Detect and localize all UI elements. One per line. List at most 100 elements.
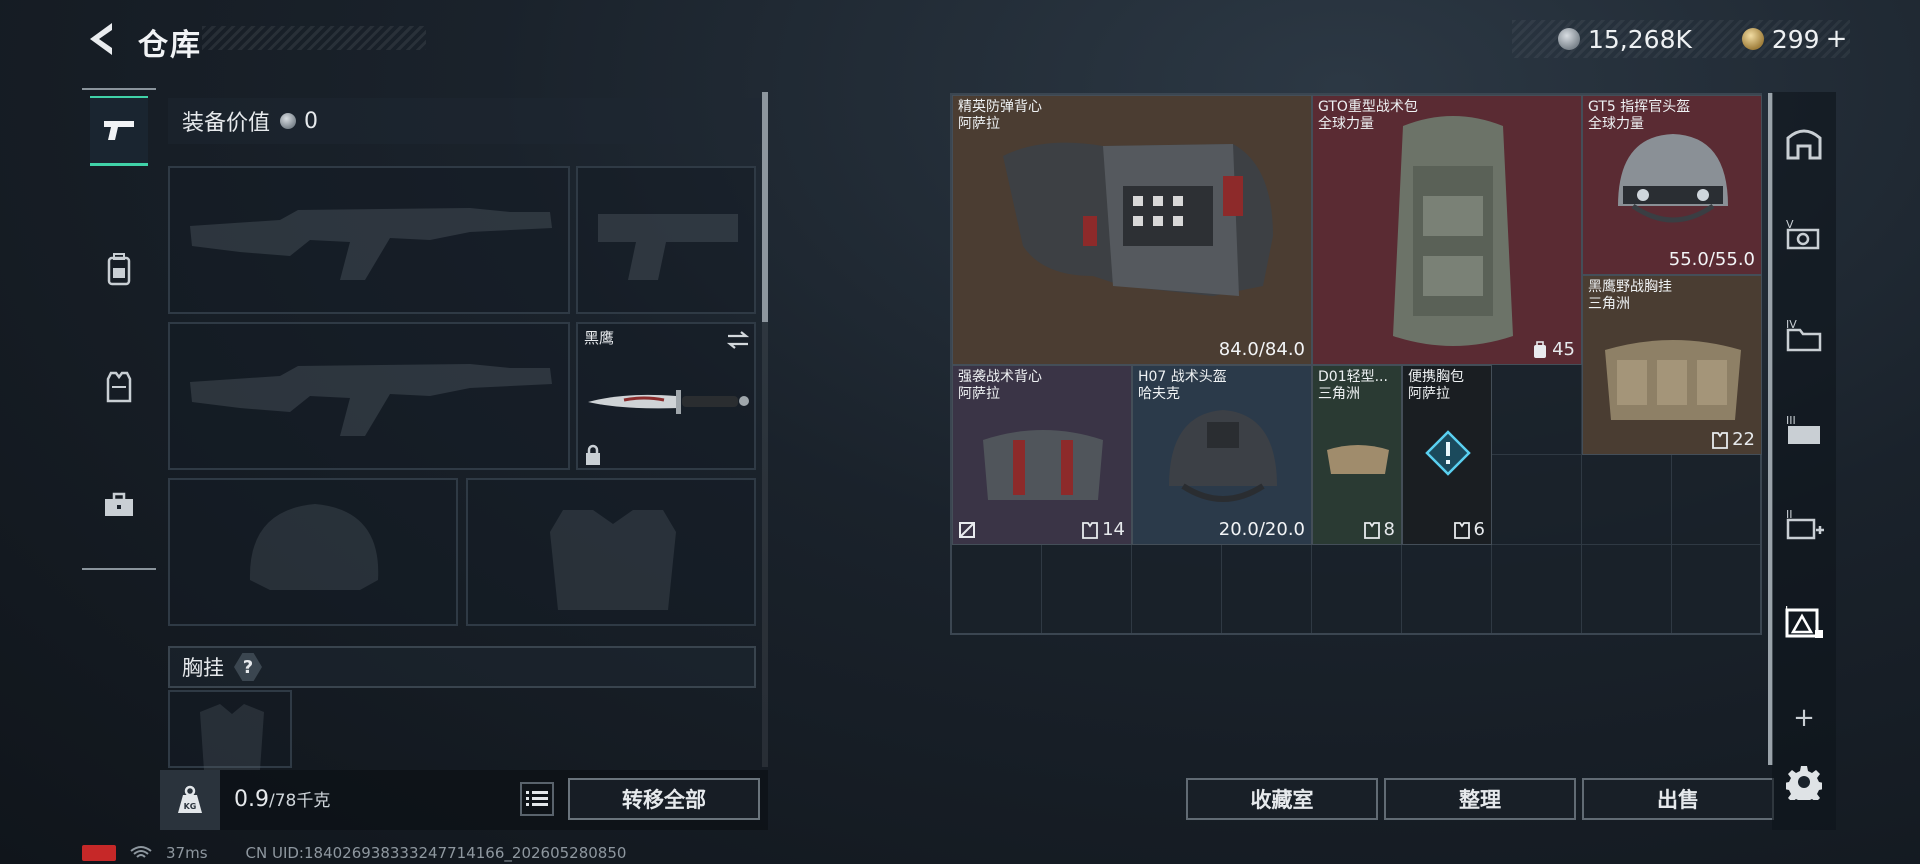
tab-vest[interactable] bbox=[90, 352, 148, 422]
no-insure-icon bbox=[959, 522, 975, 538]
item-capacity: 8 bbox=[1363, 519, 1395, 540]
tactical-vest-icon bbox=[983, 430, 1103, 500]
swap-icon[interactable] bbox=[726, 330, 750, 350]
svg-text:KG: KG bbox=[184, 802, 197, 811]
item-capacity: 14 bbox=[1082, 519, 1125, 540]
stash-camera-icon: III bbox=[1786, 414, 1820, 444]
battery-icon bbox=[82, 845, 116, 861]
weight-kg-icon: KG bbox=[178, 785, 202, 813]
buy-currency-button[interactable]: + bbox=[1826, 24, 1848, 54]
stash-item-h07-helmet[interactable]: H07 战术头盔 哈夫克 20.0/20.0 bbox=[1132, 365, 1312, 545]
item-durability: 20.0/20.0 bbox=[1218, 519, 1305, 540]
pistol-silhouette-icon bbox=[598, 214, 738, 280]
rig-capacity-icon bbox=[1363, 521, 1380, 539]
vault-tab[interactable]: V bbox=[1780, 210, 1828, 258]
equipment-value-row: 装备价值 0 bbox=[168, 98, 762, 144]
chest-rig-label: 胸挂 bbox=[182, 656, 224, 680]
secondary-weapon-slot[interactable] bbox=[168, 322, 570, 470]
stash-iii-tab[interactable]: III bbox=[1780, 406, 1828, 454]
heavy-backpack-icon bbox=[1393, 116, 1513, 346]
helmet-silhouette-icon bbox=[249, 504, 379, 590]
tab-backpack[interactable] bbox=[90, 234, 148, 304]
gold-amount: 299 bbox=[1771, 24, 1820, 54]
stash-i-tab[interactable]: I bbox=[1780, 598, 1828, 646]
backpack-icon bbox=[107, 253, 131, 286]
stash-item-gt5-helmet[interactable]: GT5 指挥官头盔 全球力量 55.0/55.0 bbox=[1582, 95, 1762, 275]
stash-item-gto-backpack[interactable]: GTO重型战术包 全球力量 45 bbox=[1312, 95, 1582, 365]
settings-button[interactable] bbox=[1780, 758, 1828, 806]
item-capacity: 6 bbox=[1453, 519, 1485, 540]
item-durability: 84.0/84.0 bbox=[1218, 339, 1305, 360]
list-view-button[interactable] bbox=[520, 782, 554, 816]
ping-value: 37ms bbox=[166, 844, 208, 862]
stash-item-blackhawk-rig[interactable]: 黑鹰野战胸挂 三角洲 22 bbox=[1582, 275, 1762, 455]
chest-rig-silhouette-icon bbox=[200, 704, 264, 770]
silver-coin-icon bbox=[1558, 28, 1580, 50]
item-name: D01轻型... 三角洲 bbox=[1318, 369, 1388, 402]
wifi-icon bbox=[130, 846, 152, 858]
knife-icon bbox=[588, 390, 749, 414]
item-name: 强袭战术背心 阿萨拉 bbox=[958, 369, 1042, 402]
loadout-scrollbar-thumb[interactable] bbox=[762, 92, 768, 322]
hideout-tab[interactable] bbox=[1780, 118, 1828, 166]
item-name: 便携胸包 阿萨拉 bbox=[1408, 369, 1464, 402]
sell-button[interactable]: 出售 bbox=[1582, 778, 1774, 820]
helmet-icon bbox=[1169, 410, 1277, 502]
currency-bar: 15,268K 299 + bbox=[1512, 20, 1850, 58]
help-button[interactable]: ? bbox=[234, 653, 262, 681]
primary-weapon-slot[interactable] bbox=[168, 166, 570, 314]
vest-icon bbox=[106, 371, 132, 403]
stash-item-d01-rig[interactable]: D01轻型... 三角洲 8 bbox=[1312, 365, 1402, 545]
vault-camera-icon: V bbox=[1786, 218, 1820, 250]
chest-rig-slot[interactable] bbox=[168, 690, 292, 770]
rifle-silhouette-icon bbox=[190, 364, 552, 436]
rig-capacity-icon bbox=[1082, 521, 1098, 539]
tab-weapons[interactable] bbox=[90, 96, 148, 166]
status-bar: 37ms CN UID:184026938333247714166_202605… bbox=[82, 844, 626, 862]
backpack-capacity-icon bbox=[1534, 340, 1547, 358]
equipment-value-label: 装备价值 bbox=[182, 111, 271, 136]
silver-amount: 15,268K bbox=[1588, 24, 1692, 54]
silver-coin-icon bbox=[280, 113, 297, 129]
vest-silhouette-icon bbox=[550, 510, 676, 610]
item-name: 黑鹰野战胸挂 三角洲 bbox=[1588, 279, 1672, 312]
stash-grid[interactable]: 精英防弹背心 阿萨拉 84.0/84.0 GTO重型战术包 全球力量 45 GT… bbox=[950, 93, 1762, 635]
stash-ii-tab[interactable]: II bbox=[1780, 500, 1828, 548]
collection-room-button[interactable]: 收藏室 bbox=[1186, 778, 1378, 820]
stash-item-portable-pouch[interactable]: 便携胸包 阿萨拉 6 bbox=[1402, 365, 1492, 545]
sidearm-slot[interactable] bbox=[576, 166, 756, 314]
helmet-slot[interactable] bbox=[168, 478, 458, 626]
stash-iv-tab[interactable]: IV bbox=[1780, 310, 1828, 358]
weight-readout: 0.9/78千克 bbox=[234, 786, 330, 812]
gold-currency: 299 + bbox=[1741, 24, 1848, 54]
sort-button[interactable]: 整理 bbox=[1384, 778, 1576, 820]
settings-gear-icon bbox=[1786, 766, 1822, 800]
chest-rig-header: 胸挂 ? bbox=[168, 646, 756, 688]
light-rig-icon bbox=[1327, 445, 1389, 474]
item-capacity: 45 bbox=[1532, 339, 1575, 360]
hideout-icon bbox=[1786, 129, 1822, 160]
body-armor-icon bbox=[1003, 142, 1273, 296]
helmet-icon bbox=[1618, 134, 1728, 223]
armor-slot[interactable] bbox=[466, 478, 756, 626]
weight-current: 0.9 bbox=[234, 787, 269, 812]
rifle-silhouette-icon bbox=[190, 208, 552, 280]
transfer-all-button[interactable]: 转移全部 bbox=[568, 778, 760, 820]
warning-diamond-icon bbox=[1425, 430, 1471, 476]
back-button[interactable] bbox=[82, 20, 118, 58]
user-uid: CN UID:184026938333247714166_20260528085… bbox=[245, 844, 627, 862]
weight-max: /78千克 bbox=[269, 791, 331, 811]
stash-item-assault-vest[interactable]: 强袭战术背心 阿萨拉 14 bbox=[952, 365, 1132, 545]
melee-slot[interactable]: 黑鹰 bbox=[576, 322, 756, 470]
rig-capacity-icon bbox=[1453, 521, 1470, 539]
knife-name: 黑鹰 bbox=[584, 329, 615, 347]
stash-folder-iv-icon: IV bbox=[1786, 318, 1822, 352]
tab-briefcase[interactable] bbox=[90, 470, 148, 540]
weight-icon-box: KG bbox=[160, 770, 220, 830]
add-stash-button[interactable]: + bbox=[1780, 694, 1828, 742]
stash-item-elite-vest[interactable]: 精英防弹背心 阿萨拉 84.0/84.0 bbox=[952, 95, 1312, 365]
item-name: H07 战术头盔 哈夫克 bbox=[1138, 369, 1227, 402]
item-capacity: 22 bbox=[1712, 429, 1755, 450]
chest-rig-icon bbox=[1605, 340, 1741, 420]
title-decoration bbox=[202, 26, 426, 50]
